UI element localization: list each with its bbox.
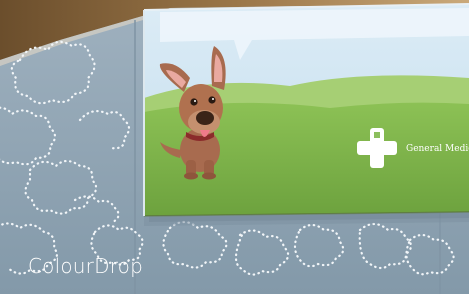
watermark-caption: ColourDrop: [28, 254, 144, 278]
sign-text: General Medica: [406, 144, 469, 154]
photo-canvas: [0, 0, 469, 294]
photo-scene: General Medica ColourDrop: [0, 0, 469, 294]
